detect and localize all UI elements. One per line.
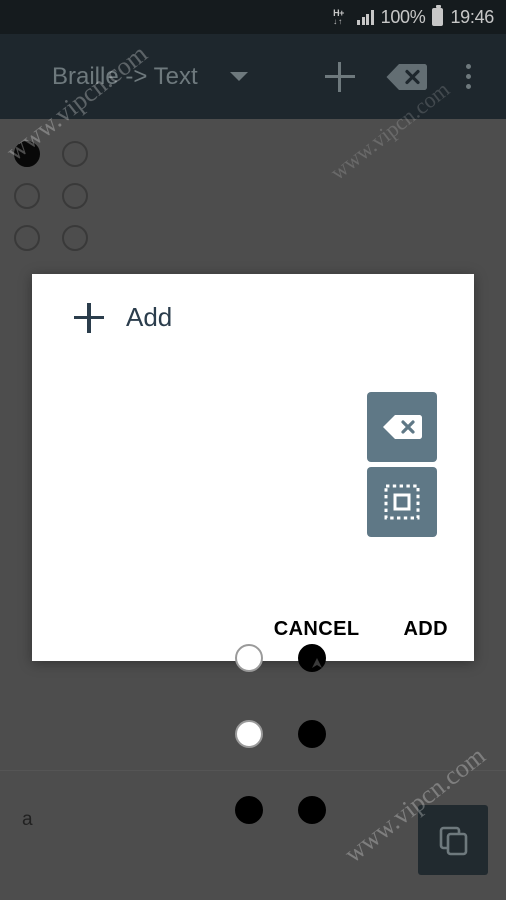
dialog-braille-row-1 <box>235 644 326 672</box>
dialog-braille-dot-4[interactable] <box>298 644 326 672</box>
dialog-braille-row-2 <box>235 720 326 748</box>
dialog-braille-dot-2[interactable] <box>235 720 263 748</box>
dialog-braille-dot-6[interactable] <box>298 796 326 824</box>
dialog-braille-dot-5[interactable] <box>298 720 326 748</box>
dialog-braille-dot-1[interactable] <box>235 644 263 672</box>
dialog-clear-all-button[interactable] <box>367 467 437 537</box>
cancel-button[interactable]: CANCEL <box>274 618 360 641</box>
dialog-title: Add <box>126 302 173 332</box>
backspace-icon <box>383 415 423 439</box>
dialog-braille-dot-3[interactable] <box>235 796 263 824</box>
dialog-braille-row-3 <box>235 796 326 824</box>
dialog-backspace-button[interactable] <box>367 392 437 462</box>
add-button[interactable]: ADD <box>403 618 448 641</box>
add-braille-dialog: Add CANCEL ADD <box>32 274 474 824</box>
plus-icon <box>74 302 104 333</box>
dialog-actions: CANCEL ADD <box>274 618 448 641</box>
dialog-side-buttons <box>367 392 437 537</box>
dashed-square-icon <box>384 484 420 520</box>
app-screen: H+ ↓↑ 100% 19:46 Braille -> Text a Add C… <box>0 0 506 900</box>
dialog-braille-cell[interactable] <box>235 644 326 824</box>
dialog-header: Add <box>74 302 172 333</box>
